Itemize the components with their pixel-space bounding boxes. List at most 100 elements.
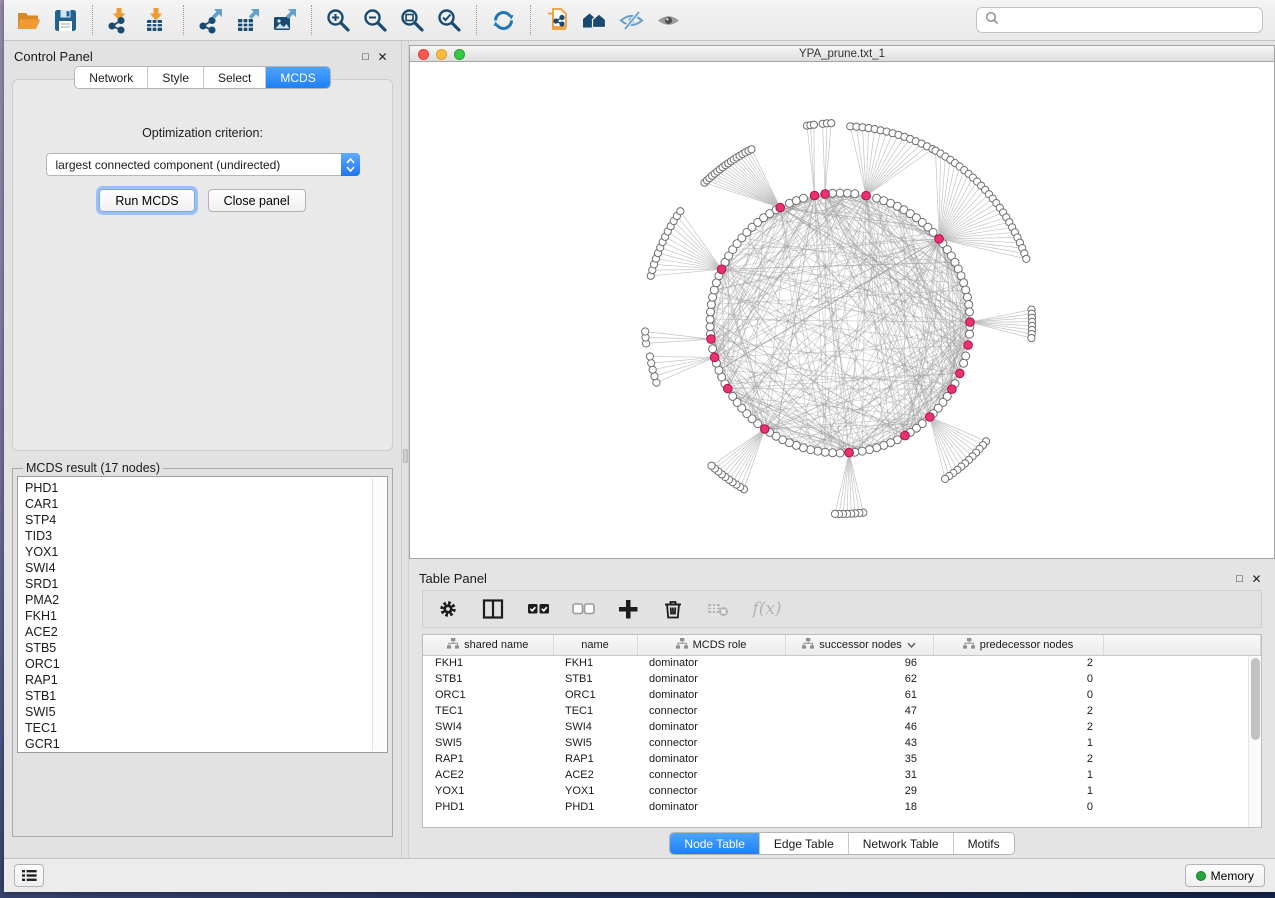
cell[interactable]: PHD1: [553, 799, 637, 815]
column-header-MCDS-role[interactable]: MCDS role: [637, 635, 785, 655]
mcds-node-item[interactable]: PMA2: [25, 592, 387, 608]
mcds-node-item[interactable]: GCR1: [25, 736, 387, 752]
table-row[interactable]: RAP1RAP1dominator352: [423, 751, 1261, 767]
mcds-node-item[interactable]: STB1: [25, 688, 387, 704]
cell[interactable]: SWI4: [423, 719, 553, 735]
cell[interactable]: 2: [933, 751, 1103, 767]
scrollbar-thumb[interactable]: [1251, 658, 1260, 740]
mcds-node-item[interactable]: ACE2: [25, 624, 387, 640]
cell[interactable]: 96: [785, 655, 933, 671]
export-table-icon[interactable]: [229, 4, 266, 37]
export-network-icon[interactable]: [192, 4, 229, 37]
cell[interactable]: 2: [933, 719, 1103, 735]
cell[interactable]: connector: [637, 767, 785, 783]
mcds-node-item[interactable]: TEC1: [25, 720, 387, 736]
table-row[interactable]: FKH1FKH1dominator962: [423, 655, 1261, 671]
table-row[interactable]: STB1STB1dominator620: [423, 671, 1261, 687]
cell[interactable]: 2: [933, 703, 1103, 719]
tab-mcds[interactable]: MCDS: [266, 67, 329, 88]
tab-network[interactable]: Network: [75, 67, 148, 88]
add-column-icon[interactable]: [615, 596, 641, 622]
select-all-checkboxes-icon[interactable]: [525, 596, 551, 622]
delete-column-icon[interactable]: [660, 596, 686, 622]
mcds-node-item[interactable]: STP4: [25, 512, 387, 528]
cell[interactable]: STB1: [423, 671, 553, 687]
cell[interactable]: STB1: [553, 671, 637, 687]
control-panel-float-button[interactable]: □: [357, 49, 374, 65]
table-settings-icon[interactable]: [435, 596, 461, 622]
cell[interactable]: TEC1: [423, 703, 553, 719]
cell[interactable]: connector: [637, 783, 785, 799]
cell[interactable]: FKH1: [423, 655, 553, 671]
tab-edge-table[interactable]: Edge Table: [760, 833, 849, 854]
open-session-icon[interactable]: [10, 4, 47, 37]
list-scrollbar[interactable]: [372, 478, 386, 751]
network-canvas[interactable]: [409, 62, 1275, 559]
cell[interactable]: RAP1: [553, 751, 637, 767]
save-session-icon[interactable]: [47, 4, 84, 37]
zoom-selected-icon[interactable]: [431, 4, 468, 37]
deselect-all-checkboxes-icon[interactable]: [570, 596, 596, 622]
table-row[interactable]: TEC1TEC1connector472: [423, 703, 1261, 719]
column-header-successor-nodes[interactable]: successor nodes: [785, 635, 933, 655]
mcds-node-item[interactable]: STB5: [25, 640, 387, 656]
cell[interactable]: PHD1: [423, 799, 553, 815]
table-row[interactable]: YOX1YOX1connector291: [423, 783, 1261, 799]
panel-splitter[interactable]: [401, 41, 409, 858]
hide-selected-icon[interactable]: [613, 4, 650, 37]
cell[interactable]: YOX1: [553, 783, 637, 799]
import-table-icon[interactable]: [138, 4, 175, 37]
tab-style[interactable]: Style: [148, 67, 204, 88]
cell[interactable]: ORC1: [423, 687, 553, 703]
window-close-icon[interactable]: [418, 49, 429, 60]
tab-network-table[interactable]: Network Table: [849, 833, 954, 854]
cell[interactable]: 0: [933, 687, 1103, 703]
table-row[interactable]: SWI4SWI4dominator462: [423, 719, 1261, 735]
table-panel-float-button[interactable]: □: [1231, 571, 1248, 587]
run-mcds-button[interactable]: Run MCDS: [99, 189, 194, 212]
cell[interactable]: 47: [785, 703, 933, 719]
zoom-in-icon[interactable]: [320, 4, 357, 37]
zoom-fit-icon[interactable]: [394, 4, 431, 37]
criterion-select[interactable]: largest connected component (undirected): [46, 153, 360, 176]
network-window-titlebar[interactable]: YPA_prune.txt_1: [409, 45, 1275, 62]
delete-table-icon[interactable]: [705, 596, 731, 622]
export-image-icon[interactable]: [266, 4, 303, 37]
show-all-icon[interactable]: [650, 4, 687, 37]
table-row[interactable]: ACE2ACE2connector311: [423, 767, 1261, 783]
mcds-result-list[interactable]: PHD1CAR1STP4TID3YOX1SWI4SRD1PMA2FKH1ACE2…: [17, 476, 388, 753]
mcds-node-item[interactable]: CAR1: [25, 496, 387, 512]
mcds-node-item[interactable]: FKH1: [25, 608, 387, 624]
column-header-shared-name[interactable]: shared name: [423, 635, 553, 655]
cell[interactable]: SWI5: [423, 735, 553, 751]
table-row[interactable]: SWI5SWI5connector431: [423, 735, 1261, 751]
mcds-node-item[interactable]: SWI5: [25, 704, 387, 720]
first-neighbors-icon[interactable]: [576, 4, 613, 37]
import-network-icon[interactable]: [101, 4, 138, 37]
tab-motifs[interactable]: Motifs: [954, 833, 1014, 854]
cell[interactable]: dominator: [637, 655, 785, 671]
zoom-out-icon[interactable]: [357, 4, 394, 37]
cell[interactable]: SWI4: [553, 719, 637, 735]
cell[interactable]: 0: [933, 671, 1103, 687]
window-maximize-icon[interactable]: [454, 49, 465, 60]
cell[interactable]: connector: [637, 703, 785, 719]
cell[interactable]: ORC1: [553, 687, 637, 703]
control-panel-close-button[interactable]: ✕: [374, 49, 391, 65]
tab-select[interactable]: Select: [204, 67, 266, 88]
cell[interactable]: connector: [637, 735, 785, 751]
table-scrollbar[interactable]: [1248, 656, 1261, 827]
cell[interactable]: dominator: [637, 671, 785, 687]
cell[interactable]: 43: [785, 735, 933, 751]
cell[interactable]: FKH1: [553, 655, 637, 671]
clone-network-icon[interactable]: [539, 4, 576, 37]
function-builder-icon[interactable]: f(x): [750, 596, 784, 622]
refresh-view-icon[interactable]: [485, 4, 522, 37]
mcds-node-item[interactable]: PHD1: [25, 480, 387, 496]
cell[interactable]: 1: [933, 783, 1103, 799]
cell[interactable]: 46: [785, 719, 933, 735]
cell[interactable]: dominator: [637, 719, 785, 735]
table-row[interactable]: ORC1ORC1dominator610: [423, 687, 1261, 703]
cell[interactable]: YOX1: [423, 783, 553, 799]
close-panel-button[interactable]: Close panel: [208, 189, 306, 212]
